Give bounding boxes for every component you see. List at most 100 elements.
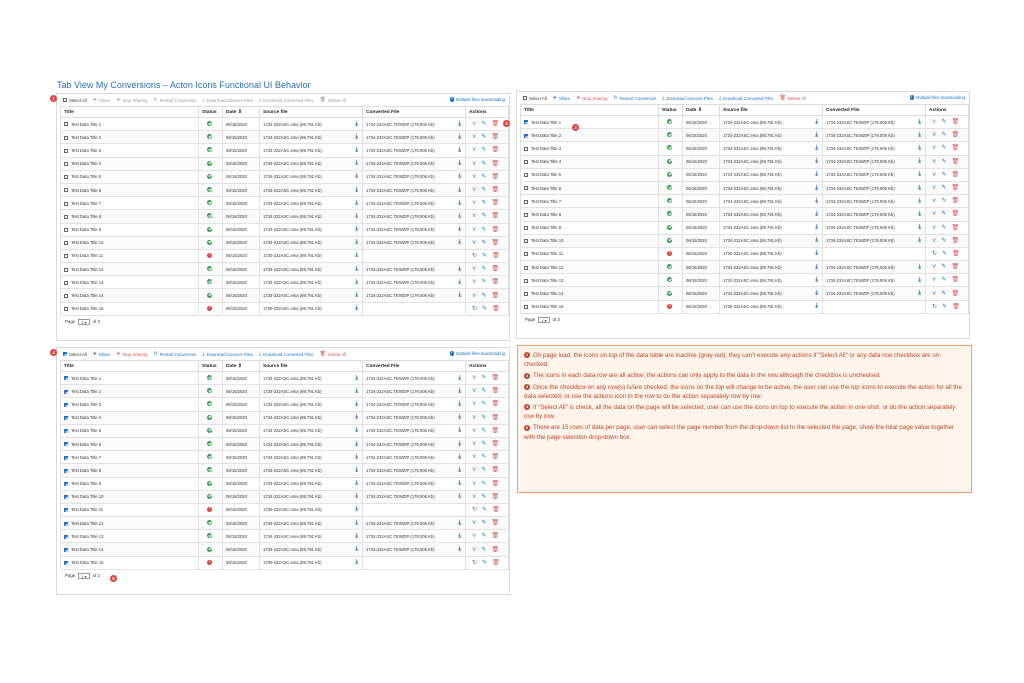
download-source-icon[interactable]: ⤓ [815, 132, 818, 139]
download-source-icon[interactable]: ⤓ [355, 388, 358, 395]
row-checkbox[interactable] [64, 561, 68, 566]
edit-icon[interactable]: ✎ [482, 560, 487, 566]
share-icon[interactable]: ⋎ [472, 533, 476, 539]
share-button[interactable]: ➤ Share [93, 97, 111, 103]
share-icon[interactable]: ⋎ [472, 227, 476, 233]
share-icon[interactable]: ⋎ [472, 481, 476, 487]
share-icon[interactable]: ⋎ [472, 134, 476, 140]
restart-conversion-button[interactable]: ↻ Restart Conversion [153, 97, 196, 103]
row-checkbox[interactable] [64, 376, 68, 381]
trash-icon[interactable]: 🗑 [491, 121, 499, 127]
download-source-icon[interactable]: ⤓ [355, 187, 358, 194]
trash-icon[interactable]: 🗑 [951, 198, 959, 204]
edit-icon[interactable]: ✎ [942, 304, 947, 310]
row-checkbox[interactable] [64, 122, 68, 127]
share-icon[interactable]: ⋎ [932, 264, 936, 270]
share-icon[interactable]: ⋎ [472, 520, 476, 526]
edit-icon[interactable]: ✎ [481, 388, 486, 394]
row-checkbox[interactable] [64, 429, 68, 434]
download-source-icon[interactable]: ⤓ [355, 493, 358, 500]
download-converted-icon[interactable]: ⤓ [918, 145, 921, 152]
trash-icon[interactable]: 🗑 [491, 388, 499, 394]
trash-icon[interactable]: 🗑 [491, 401, 499, 407]
download-source-icon[interactable]: ⤓ [815, 290, 818, 297]
download-converted-icon[interactable]: ⤓ [458, 480, 461, 487]
stop-share-icon[interactable]: ⋎ [472, 121, 476, 127]
edit-icon[interactable]: ✎ [941, 225, 946, 231]
share-button[interactable]: ➤ Share [93, 351, 111, 357]
download-source-icon[interactable]: ⤓ [815, 198, 818, 205]
download-converted-icon[interactable]: ⤓ [458, 401, 461, 408]
download-source-icon[interactable]: ⤓ [355, 546, 358, 553]
download-converted-icon[interactable]: ⤓ [918, 132, 921, 139]
restart-conversion-button[interactable]: ↻ Restart Conversion [153, 351, 196, 357]
trash-icon[interactable]: 🗑 [951, 238, 959, 244]
edit-icon[interactable]: ✎ [481, 227, 486, 233]
edit-icon[interactable]: ✎ [481, 266, 486, 272]
page-select[interactable]: 1 ▾ [538, 316, 550, 323]
share-icon[interactable]: ⋎ [932, 211, 936, 217]
download-source-icon[interactable]: ⤓ [355, 467, 358, 474]
restart-icon[interactable]: ↻ [472, 253, 477, 259]
share-icon[interactable]: ⋎ [932, 277, 936, 283]
edit-icon[interactable]: ✎ [481, 200, 486, 206]
edit-icon[interactable]: ✎ [941, 198, 946, 204]
stop-sharing-button[interactable]: ➤ Stop Sharing [116, 97, 147, 103]
share-icon[interactable]: ⋎ [472, 467, 476, 473]
edit-icon[interactable]: ✎ [941, 132, 946, 138]
edit-icon[interactable]: ✎ [482, 306, 487, 312]
download-source-icon[interactable]: ⤓ [355, 134, 358, 141]
page-select[interactable]: 1 ▾ [78, 572, 90, 579]
row-checkbox[interactable] [64, 135, 68, 140]
download-source-icon[interactable]: ⤓ [355, 213, 358, 220]
edit-icon[interactable]: ✎ [481, 240, 486, 246]
share-icon[interactable]: ⋎ [472, 200, 476, 206]
share-icon[interactable]: ⋎ [932, 198, 936, 204]
row-checkbox[interactable] [524, 173, 528, 178]
trash-icon[interactable]: 🗑 [951, 225, 959, 231]
share-icon[interactable]: ⋎ [932, 238, 936, 244]
trash-icon[interactable]: 🗑 [492, 507, 500, 513]
column-header[interactable]: Date ⇕ [222, 106, 260, 118]
trash-icon[interactable]: 🗑 [491, 200, 499, 206]
trash-icon[interactable]: 🗑 [491, 293, 499, 299]
download-source-icon[interactable]: ⤓ [355, 292, 358, 299]
row-checkbox[interactable] [64, 521, 68, 526]
row-checkbox[interactable] [524, 120, 528, 125]
download-converted-icon[interactable]: ⤓ [458, 134, 461, 141]
download-converted-icon[interactable]: ⤓ [458, 200, 461, 207]
stop-sharing-button[interactable]: ➤ Stop Sharing [116, 351, 147, 357]
edit-icon[interactable]: ✎ [481, 187, 486, 193]
download-converted-icon[interactable]: ⤓ [458, 493, 461, 500]
download-sources-button[interactable]: ⤓ Download Sources Files [202, 97, 253, 103]
row-checkbox[interactable] [524, 239, 528, 244]
row-checkbox[interactable] [524, 225, 528, 230]
restart-icon[interactable]: ↻ [472, 306, 477, 312]
download-source-icon[interactable]: ⤓ [355, 454, 358, 461]
download-source-icon[interactable]: ⤓ [355, 533, 358, 540]
download-source-icon[interactable]: ⤓ [355, 506, 358, 513]
trash-icon[interactable]: 🗑 [491, 454, 499, 460]
share-icon[interactable]: ⋎ [472, 161, 476, 167]
edit-icon[interactable]: ✎ [941, 159, 946, 165]
edit-icon[interactable]: ✎ [941, 185, 946, 191]
download-source-icon[interactable]: ⤓ [815, 237, 818, 244]
edit-icon[interactable]: ✎ [481, 121, 486, 127]
download-converted-icon[interactable]: ⤓ [458, 467, 461, 474]
row-checkbox[interactable] [64, 508, 68, 513]
row-checkbox[interactable] [524, 278, 528, 283]
restart-icon[interactable]: ↻ [472, 507, 477, 513]
row-checkbox[interactable] [524, 305, 528, 310]
download-converted-icon[interactable]: ⤓ [458, 239, 461, 246]
download-converted-icon[interactable]: ⤓ [458, 454, 461, 461]
download-source-icon[interactable]: ⤓ [355, 200, 358, 207]
edit-icon[interactable]: ✎ [482, 507, 487, 513]
edit-icon[interactable]: ✎ [481, 174, 486, 180]
row-checkbox[interactable] [524, 265, 528, 270]
row-checkbox[interactable] [64, 241, 68, 246]
edit-icon[interactable]: ✎ [481, 279, 486, 285]
download-converted-icon[interactable]: ⤓ [458, 388, 461, 395]
trash-icon[interactable]: 🗑 [491, 533, 499, 539]
download-converted-icon[interactable]: ⤓ [458, 441, 461, 448]
share-icon[interactable]: ⋎ [472, 401, 476, 407]
